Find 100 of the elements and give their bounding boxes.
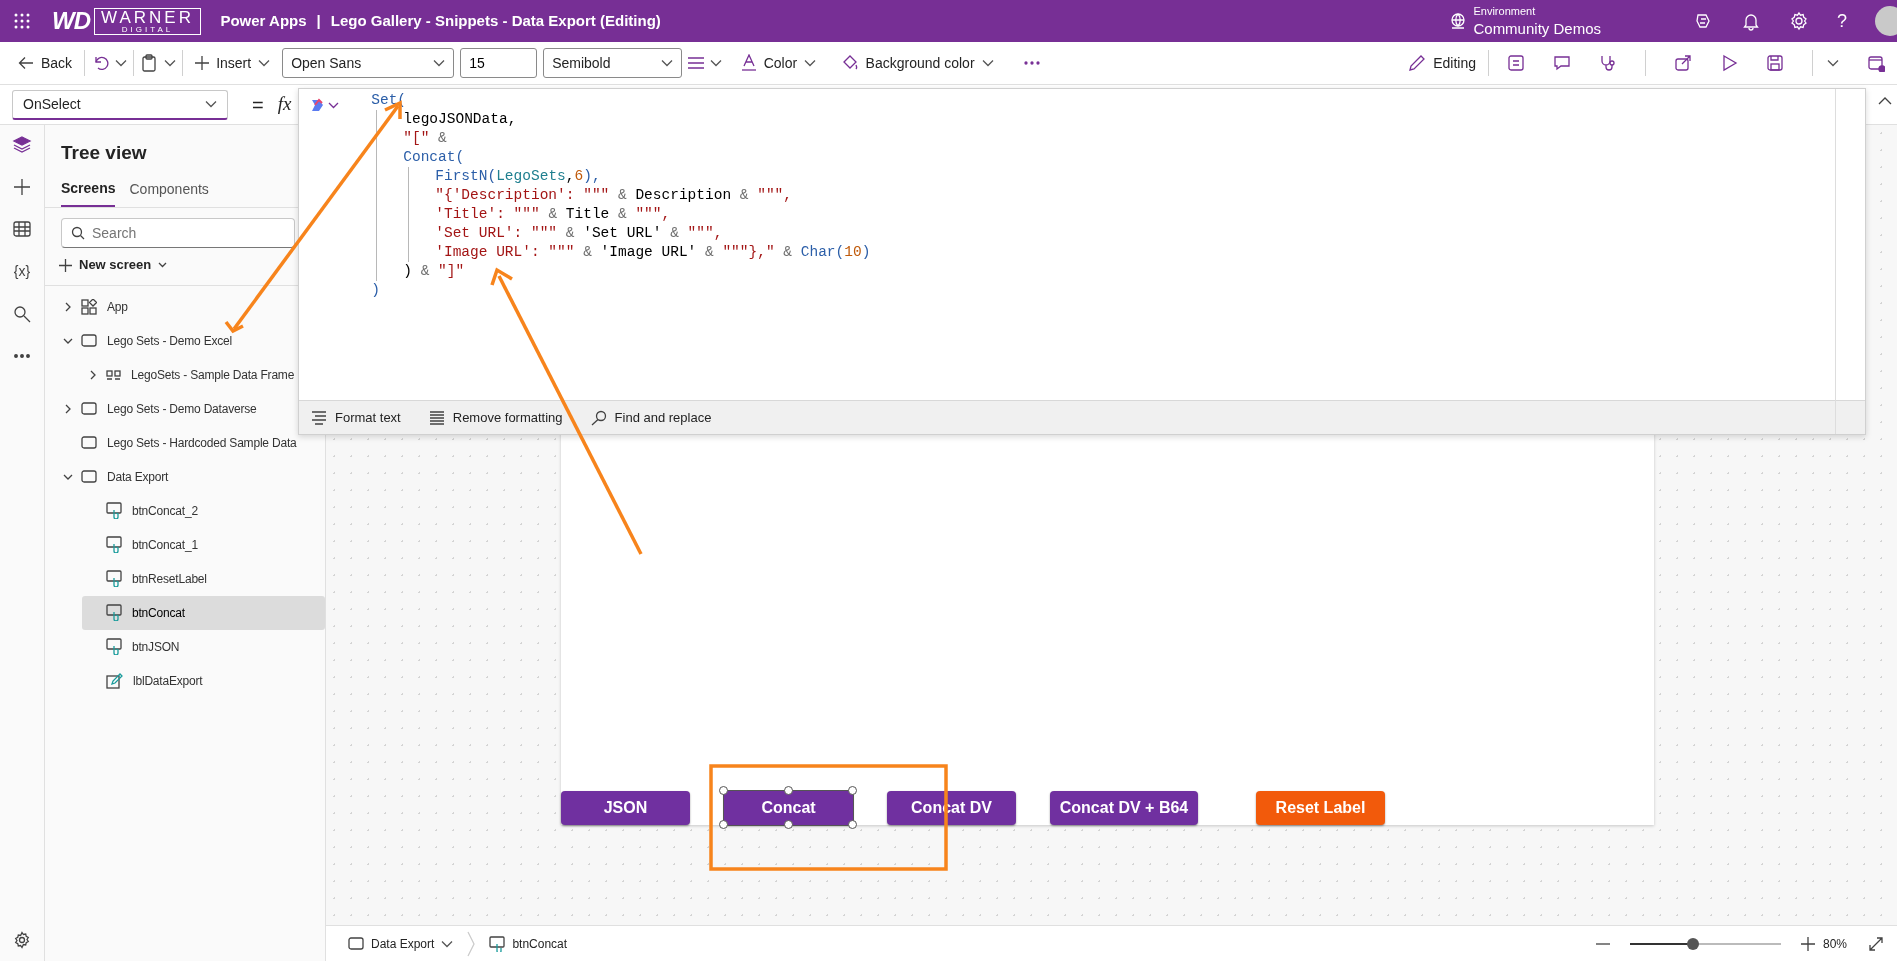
resize-handle[interactable] bbox=[783, 786, 793, 795]
resize-handle[interactable] bbox=[848, 820, 857, 829]
tree-item[interactable]: btnJSON bbox=[82, 629, 184, 664]
environment-name[interactable]: Community Demos bbox=[1473, 20, 1601, 36]
tree-item[interactable]: btnConcat bbox=[82, 595, 325, 630]
chevron-down-icon[interactable] bbox=[441, 939, 454, 948]
tree-item[interactable]: Lego Sets - Demo Dataverse bbox=[57, 391, 261, 426]
search-field[interactable]: Search bbox=[61, 218, 295, 248]
chevron-down-icon[interactable] bbox=[981, 59, 994, 67]
property-dropdown[interactable]: OnSelect bbox=[12, 89, 228, 120]
more-icon[interactable] bbox=[1023, 60, 1040, 66]
logo-tagline: DIGITAL bbox=[120, 25, 175, 34]
canvas-button[interactable]: Concat DV + B64 bbox=[1050, 791, 1198, 825]
chevron-down-icon[interactable] bbox=[115, 59, 128, 67]
chevron-right-icon[interactable] bbox=[65, 301, 71, 312]
plus-icon bbox=[59, 258, 72, 272]
tree-item[interactable]: LegoSets - Sample Data Frame bbox=[82, 357, 299, 392]
zoom-reading: 80% bbox=[1822, 935, 1847, 953]
app-name: Power Apps bbox=[220, 10, 307, 31]
chevron-right-icon[interactable] bbox=[90, 369, 96, 380]
app-icon bbox=[81, 298, 97, 315]
tree-item[interactable]: Lego Sets - Demo Excel bbox=[57, 323, 236, 358]
publish-icon[interactable] bbox=[1867, 54, 1885, 72]
chevron-down-icon[interactable] bbox=[710, 59, 723, 67]
chevron-down-icon[interactable] bbox=[258, 59, 271, 67]
table-icon[interactable] bbox=[12, 219, 32, 239]
help-icon[interactable]: ? bbox=[1837, 7, 1847, 35]
button-icon bbox=[106, 502, 122, 520]
code-line: Set( bbox=[371, 91, 408, 110]
chevron-down-icon[interactable] bbox=[205, 100, 217, 108]
chevron-down-icon[interactable] bbox=[328, 102, 340, 109]
formula-action-button[interactable]: Find and replace bbox=[584, 406, 718, 429]
resize-handle[interactable] bbox=[783, 820, 793, 829]
editing-button[interactable]: Editing bbox=[1402, 48, 1482, 78]
comment-icon[interactable] bbox=[1553, 54, 1571, 72]
panel-tab[interactable]: Screens bbox=[61, 174, 116, 207]
chevron-down-icon[interactable] bbox=[433, 59, 446, 67]
chevron-down-icon[interactable] bbox=[1827, 59, 1839, 67]
collapse-up-icon[interactable] bbox=[1878, 97, 1892, 105]
tree-item[interactable]: lblDataExport bbox=[82, 663, 207, 698]
canvas-button[interactable]: JSON bbox=[561, 791, 690, 825]
control-breadcrumb[interactable]: btnConcat bbox=[483, 930, 574, 957]
slider-thumb[interactable] bbox=[1687, 937, 1700, 950]
button-icon bbox=[106, 604, 122, 622]
code-line: Concat( bbox=[403, 148, 466, 167]
plus-icon[interactable] bbox=[12, 177, 32, 197]
app-launcher-icon[interactable] bbox=[14, 13, 30, 29]
new-screen-button[interactable]: New screen bbox=[45, 251, 174, 279]
tree-item[interactable]: btnConcat_1 bbox=[82, 527, 202, 562]
chevron-down-icon[interactable] bbox=[661, 59, 674, 67]
copilot-icon[interactable] bbox=[309, 97, 325, 113]
font-size-field[interactable]: 15 bbox=[460, 48, 538, 78]
variables-icon[interactable]: {x} bbox=[13, 261, 31, 282]
formula-action-button[interactable]: Remove formatting bbox=[422, 406, 569, 429]
insert-button[interactable]: Insert bbox=[189, 48, 277, 78]
color-button[interactable]: Color bbox=[734, 48, 823, 78]
screen-icon bbox=[348, 937, 364, 950]
expand-icon[interactable] bbox=[1869, 936, 1883, 951]
formula-action-button[interactable]: Format text bbox=[305, 406, 407, 429]
search-icon bbox=[590, 409, 607, 426]
clipboard-icon[interactable] bbox=[140, 53, 159, 73]
search-icon[interactable] bbox=[12, 304, 32, 324]
tree-item[interactable]: btnResetLabel bbox=[82, 561, 211, 596]
screen-icon bbox=[81, 402, 97, 416]
zoom-out-icon[interactable] bbox=[1595, 942, 1610, 945]
notes-icon[interactable] bbox=[1507, 54, 1525, 72]
tree-item[interactable]: App bbox=[57, 289, 132, 324]
resize-handle[interactable] bbox=[719, 786, 728, 795]
panel-tab[interactable]: Components bbox=[129, 174, 209, 207]
font-weight-dropdown[interactable]: Semibold bbox=[543, 48, 683, 78]
bell-icon[interactable] bbox=[1741, 11, 1761, 31]
background-color-button[interactable]: Background color bbox=[834, 48, 1000, 78]
tree-item[interactable]: Data Export bbox=[57, 459, 173, 494]
chevron-right-icon[interactable] bbox=[65, 403, 71, 414]
play-icon[interactable] bbox=[1720, 54, 1738, 72]
chevron-down-icon[interactable] bbox=[63, 337, 73, 344]
resize-handle[interactable] bbox=[719, 820, 728, 829]
tree-item[interactable]: btnConcat_2 bbox=[82, 493, 202, 528]
back-button[interactable]: Back bbox=[12, 48, 79, 78]
screen-icon bbox=[81, 334, 97, 348]
lines-icon bbox=[428, 409, 445, 426]
settings-icon[interactable] bbox=[13, 931, 31, 949]
chevron-down-icon[interactable] bbox=[164, 59, 177, 67]
share-icon[interactable] bbox=[1674, 54, 1692, 72]
layers-icon[interactable] bbox=[12, 135, 32, 155]
font-dropdown[interactable]: Open Sans bbox=[282, 48, 455, 78]
plus-icon bbox=[195, 56, 210, 70]
align-icon[interactable] bbox=[688, 56, 705, 70]
stethoscope-icon[interactable] bbox=[1599, 54, 1617, 72]
save-icon[interactable] bbox=[1766, 54, 1784, 72]
chevron-down-icon[interactable] bbox=[63, 473, 73, 480]
zoom-in-icon[interactable] bbox=[1800, 936, 1815, 951]
chevron-down-icon bbox=[158, 262, 168, 268]
screen-dropdown[interactable]: Data Export bbox=[342, 930, 460, 957]
settings-icon[interactable] bbox=[1789, 11, 1809, 31]
chevron-down-icon[interactable] bbox=[804, 59, 817, 67]
avatar[interactable] bbox=[1875, 6, 1897, 36]
canvas-button[interactable]: Concat bbox=[724, 791, 853, 825]
tree-item[interactable]: Lego Sets - Hardcoded Sample Data bbox=[57, 425, 301, 460]
resize-handle[interactable] bbox=[848, 786, 857, 795]
